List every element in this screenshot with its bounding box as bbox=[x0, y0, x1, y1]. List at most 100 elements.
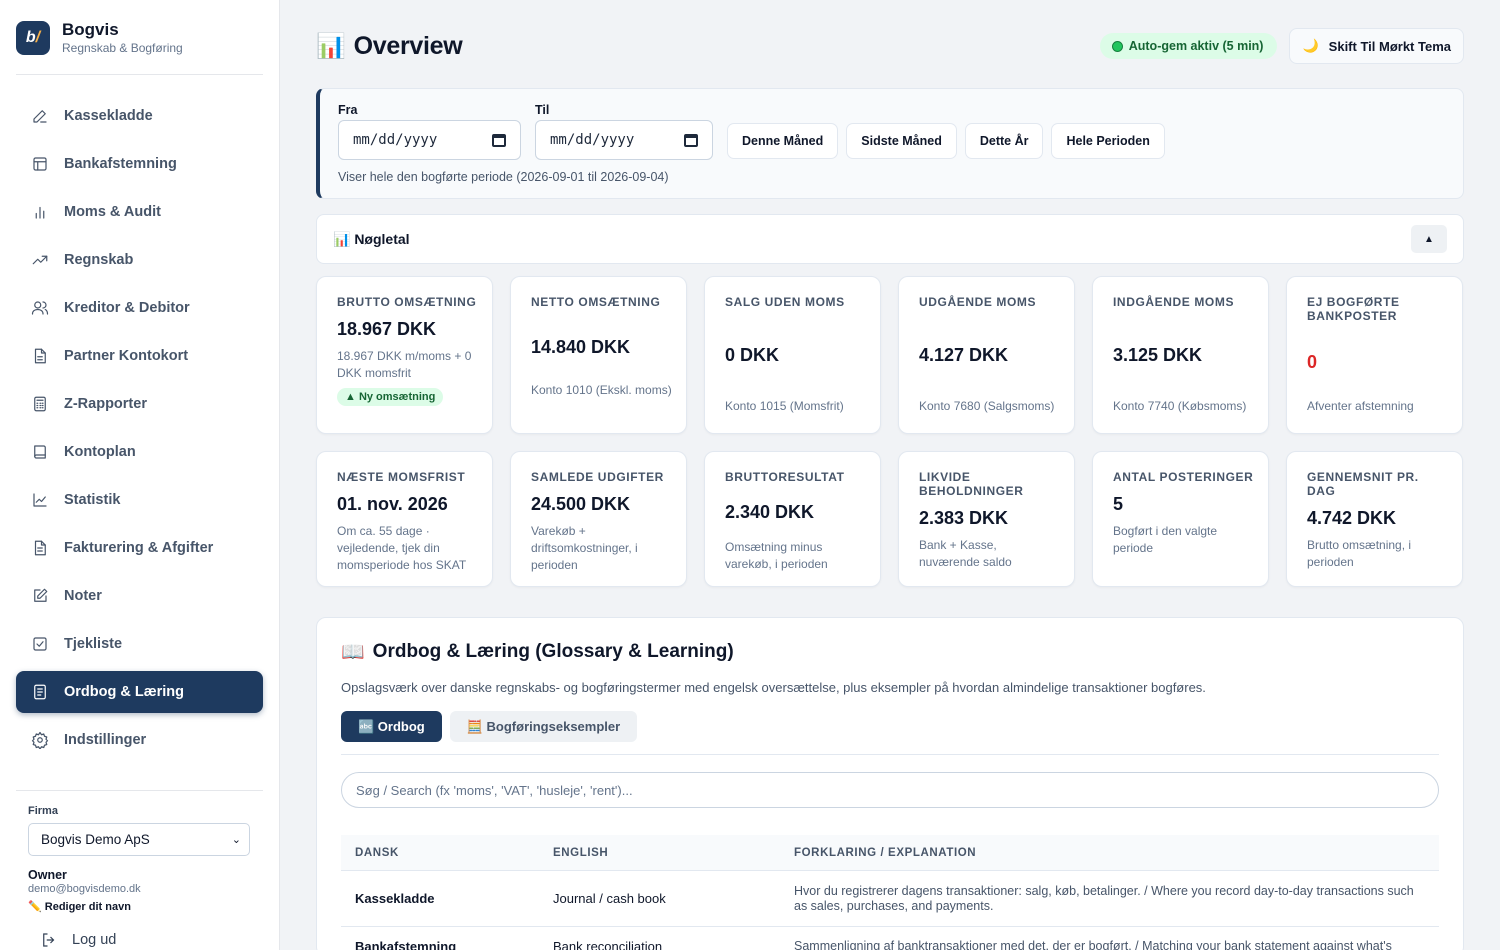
glossary-table: Dansk English Forklaring / Explanation K… bbox=[341, 835, 1439, 950]
kpi-sub: Konto 7740 (Købsmoms) bbox=[1113, 399, 1247, 413]
from-date-input[interactable]: mm/dd/yyyy bbox=[338, 120, 521, 160]
line-chart-icon bbox=[30, 490, 50, 510]
logout-button[interactable]: Log ud bbox=[40, 931, 251, 949]
sidebar-item-kontoplan[interactable]: Kontoplan bbox=[16, 431, 263, 473]
last-month-button[interactable]: Sidste Måned bbox=[846, 123, 957, 159]
kpi-value: 3.125 DKK bbox=[1113, 345, 1203, 365]
brand-name: Bogvis bbox=[62, 20, 119, 39]
kpi-value: 0 DKK bbox=[725, 345, 780, 365]
column-header-dansk: Dansk bbox=[355, 846, 399, 859]
kpi-card-udgaaende-moms: Udgående moms 4.127 DKK Konto 7680 (Salg… bbox=[898, 276, 1075, 434]
invoice-icon bbox=[30, 538, 50, 558]
kpi-card-naeste-momsfrist: Næste momsfrist 01. nov. 2026 Om ca. 55 … bbox=[316, 451, 493, 587]
bank-icon bbox=[30, 154, 50, 174]
table-cell-explanation: Sammenligning af banktransaktioner med d… bbox=[794, 939, 1392, 950]
table-header: Dansk English Forklaring / Explanation bbox=[341, 835, 1439, 871]
book-emoji-icon: 📖 bbox=[341, 642, 365, 663]
kpi-header: 📊 Nøgletal ▲ bbox=[316, 214, 1464, 264]
kpi-label: Likvide beholdninger bbox=[919, 470, 1024, 498]
sidebar-item-moms-audit[interactable]: Moms & Audit bbox=[16, 191, 263, 233]
sidebar-item-label: Kontoplan bbox=[64, 444, 136, 460]
logout-icon bbox=[43, 933, 55, 947]
sidebar-item-label: Kassekladde bbox=[64, 108, 153, 124]
sidebar-item-ordbog-laering[interactable]: Ordbog & Læring bbox=[16, 671, 263, 713]
firm-label: Firma bbox=[28, 805, 58, 817]
sidebar-item-noter[interactable]: Noter bbox=[16, 575, 263, 617]
sidebar-item-label: Moms & Audit bbox=[64, 204, 161, 220]
kpi-sub: Konto 7680 (Salgsmoms) bbox=[919, 399, 1055, 413]
kpi-value: 0 bbox=[1307, 352, 1318, 372]
kpi-card-samlede-udgifter: Samlede udgifter 24.500 DKK Varekøb + dr… bbox=[510, 451, 687, 587]
sidebar-item-label: Bankafstemning bbox=[64, 156, 177, 172]
kpi-value: 2.383 DKK bbox=[919, 508, 1009, 528]
kpi-card-salg-uden-moms: Salg uden moms 0 DKK Konto 1015 (Momsfri… bbox=[704, 276, 881, 434]
kpi-card-likvide-beholdninger: Likvide beholdninger 2.383 DKK Bank + Ka… bbox=[898, 451, 1075, 587]
sidebar-item-fakturering[interactable]: Fakturering & Afgifter bbox=[16, 527, 263, 569]
glossary-description: Opslagsværk over danske regnskabs- og bo… bbox=[341, 680, 1206, 695]
gear-icon bbox=[30, 730, 50, 750]
app-root: b / Bogvis Regnskab & Bogføring Kasseklad… bbox=[0, 0, 1500, 950]
tab-ordbog[interactable]: 🔤 Ordbog bbox=[341, 711, 442, 742]
kpi-sub: Omsætning minus varekøb, i perioden bbox=[725, 540, 828, 571]
calendar-icon[interactable] bbox=[492, 133, 506, 147]
sidebar-item-z-rapporter[interactable]: Z-Rapporter bbox=[16, 383, 263, 425]
firm-select[interactable]: Bogvis Demo ApS ⌄ bbox=[28, 823, 250, 856]
whole-period-button[interactable]: Hele Perioden bbox=[1051, 123, 1165, 159]
kpi-sub: Varekøb + driftsomkostninger, i perioden bbox=[531, 524, 638, 572]
to-field: Til mm/dd/yyyy bbox=[535, 103, 713, 160]
sidebar-item-regnskab[interactable]: Regnskab bbox=[16, 239, 263, 281]
book-icon bbox=[30, 442, 50, 462]
sidebar-nav: Kassekladde Bankafstemning Moms & Audit … bbox=[16, 95, 263, 761]
kpi-label: Samlede udgifter bbox=[531, 470, 664, 484]
kpi-label: Udgående moms bbox=[919, 295, 1037, 309]
to-label: Til bbox=[535, 103, 550, 117]
glossary-title: 📖 Ordbog & Læring (Glossary & Learning) bbox=[341, 640, 1439, 664]
glossary-section: 📖 Ordbog & Læring (Glossary & Learning) … bbox=[316, 617, 1464, 950]
kpi-label: Gennemsnit pr. dag bbox=[1307, 470, 1419, 498]
this-year-button[interactable]: Dette År bbox=[964, 123, 1044, 159]
edit-name-link[interactable]: ✏️ Rediger dit navn bbox=[28, 900, 251, 913]
users-icon bbox=[30, 298, 50, 318]
sidebar-item-label: Z-Rapporter bbox=[64, 396, 147, 412]
table-cell-dansk: Bankafstemning bbox=[355, 939, 457, 950]
column-header-explanation: Forklaring / Explanation bbox=[794, 846, 977, 859]
kpi-card-brutto-omsaetning: Brutto omsætning 18.967 DKK 18.967 DKK m… bbox=[316, 276, 493, 434]
sidebar-item-tjekliste[interactable]: Tjekliste bbox=[16, 623, 263, 665]
top-actions: Auto-gem aktiv (5 min) 🌙 Skift Til Mørkt… bbox=[1099, 28, 1464, 64]
owner-email: demo@bogvisdemo.dk bbox=[28, 883, 141, 895]
kpi-value: 2.340 DKK bbox=[725, 502, 815, 522]
from-label: Fra bbox=[338, 103, 358, 117]
brand[interactable]: b / Bogvis Regnskab & Bogføring bbox=[16, 0, 263, 75]
collapse-button[interactable]: ▲ bbox=[1411, 225, 1447, 253]
kpi-sub: Om ca. 55 dage · vejledende, tjek din mo… bbox=[337, 524, 467, 572]
sidebar-item-statistik[interactable]: Statistik bbox=[16, 479, 263, 521]
kpi-title: 📊 Nøgletal bbox=[333, 230, 410, 247]
sidebar-item-label: Noter bbox=[64, 588, 102, 604]
theme-toggle-label: Skift Til Mørkt Tema bbox=[1328, 38, 1451, 54]
kpi-grid-row2: Næste momsfrist 01. nov. 2026 Om ca. 55 … bbox=[316, 451, 1464, 587]
sidebar-item-kassekladde[interactable]: Kassekladde bbox=[16, 95, 263, 137]
calendar-icon[interactable] bbox=[684, 133, 698, 147]
moon-icon: 🌙 bbox=[1302, 38, 1319, 53]
firm-select-value: Bogvis Demo ApS bbox=[41, 832, 150, 847]
tab-bogfoeringseksempler[interactable]: 🧮 Bogføringseksempler bbox=[449, 711, 638, 742]
glossary-search-input[interactable]: Søg / Search (fx 'moms', 'VAT', 'husleje… bbox=[341, 772, 1439, 808]
sidebar-item-kreditor-debitor[interactable]: Kreditor & Debitor bbox=[16, 287, 263, 329]
kpi-sub: Afventer afstemning bbox=[1307, 399, 1414, 413]
glossary-tabs: 🔤 Ordbog 🧮 Bogføringseksempler bbox=[341, 711, 1439, 755]
status-dot-icon bbox=[1111, 40, 1123, 52]
column-header-english: English bbox=[553, 846, 609, 859]
kpi-sub: Konto 1010 (Ekskl. moms) bbox=[531, 383, 672, 397]
autosave-text: Auto-gem aktiv (5 min) bbox=[1128, 39, 1264, 53]
sidebar-item-indstillinger[interactable]: Indstillinger bbox=[16, 719, 263, 761]
kpi-value: 18.967 DKK bbox=[337, 319, 437, 339]
to-date-input[interactable]: mm/dd/yyyy bbox=[535, 120, 713, 160]
this-month-button[interactable]: Denne Måned bbox=[727, 123, 839, 159]
glossary-title-text: Ordbog & Læring (Glossary & Learning) bbox=[372, 641, 734, 662]
sidebar-item-partner-kontokort[interactable]: Partner Kontokort bbox=[16, 335, 263, 377]
kpi-sub: Bank + Kasse, nuværende saldo bbox=[919, 538, 1012, 569]
sidebar-item-bankafstemning[interactable]: Bankafstemning bbox=[16, 143, 263, 185]
status-badge: ▲ Ny omsætning bbox=[337, 388, 444, 406]
kpi-label: Ej bogførte bankposter bbox=[1307, 295, 1400, 323]
theme-toggle-button[interactable]: 🌙 Skift Til Mørkt Tema bbox=[1289, 28, 1464, 64]
